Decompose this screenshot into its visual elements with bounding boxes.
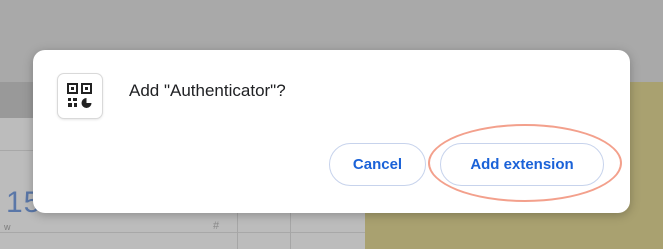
background-row-divider xyxy=(0,232,365,233)
dialog-title: Add "Authenticator"? xyxy=(129,81,286,100)
add-extension-dialog: Add "Authenticator"? Cancel Add extensio… xyxy=(33,50,630,213)
background-small-label: w xyxy=(4,222,11,232)
cancel-button[interactable]: Cancel xyxy=(329,143,426,186)
add-extension-button[interactable]: Add extension xyxy=(440,143,604,186)
qr-code-icon xyxy=(58,74,102,118)
background-hash-label: # xyxy=(213,220,220,232)
